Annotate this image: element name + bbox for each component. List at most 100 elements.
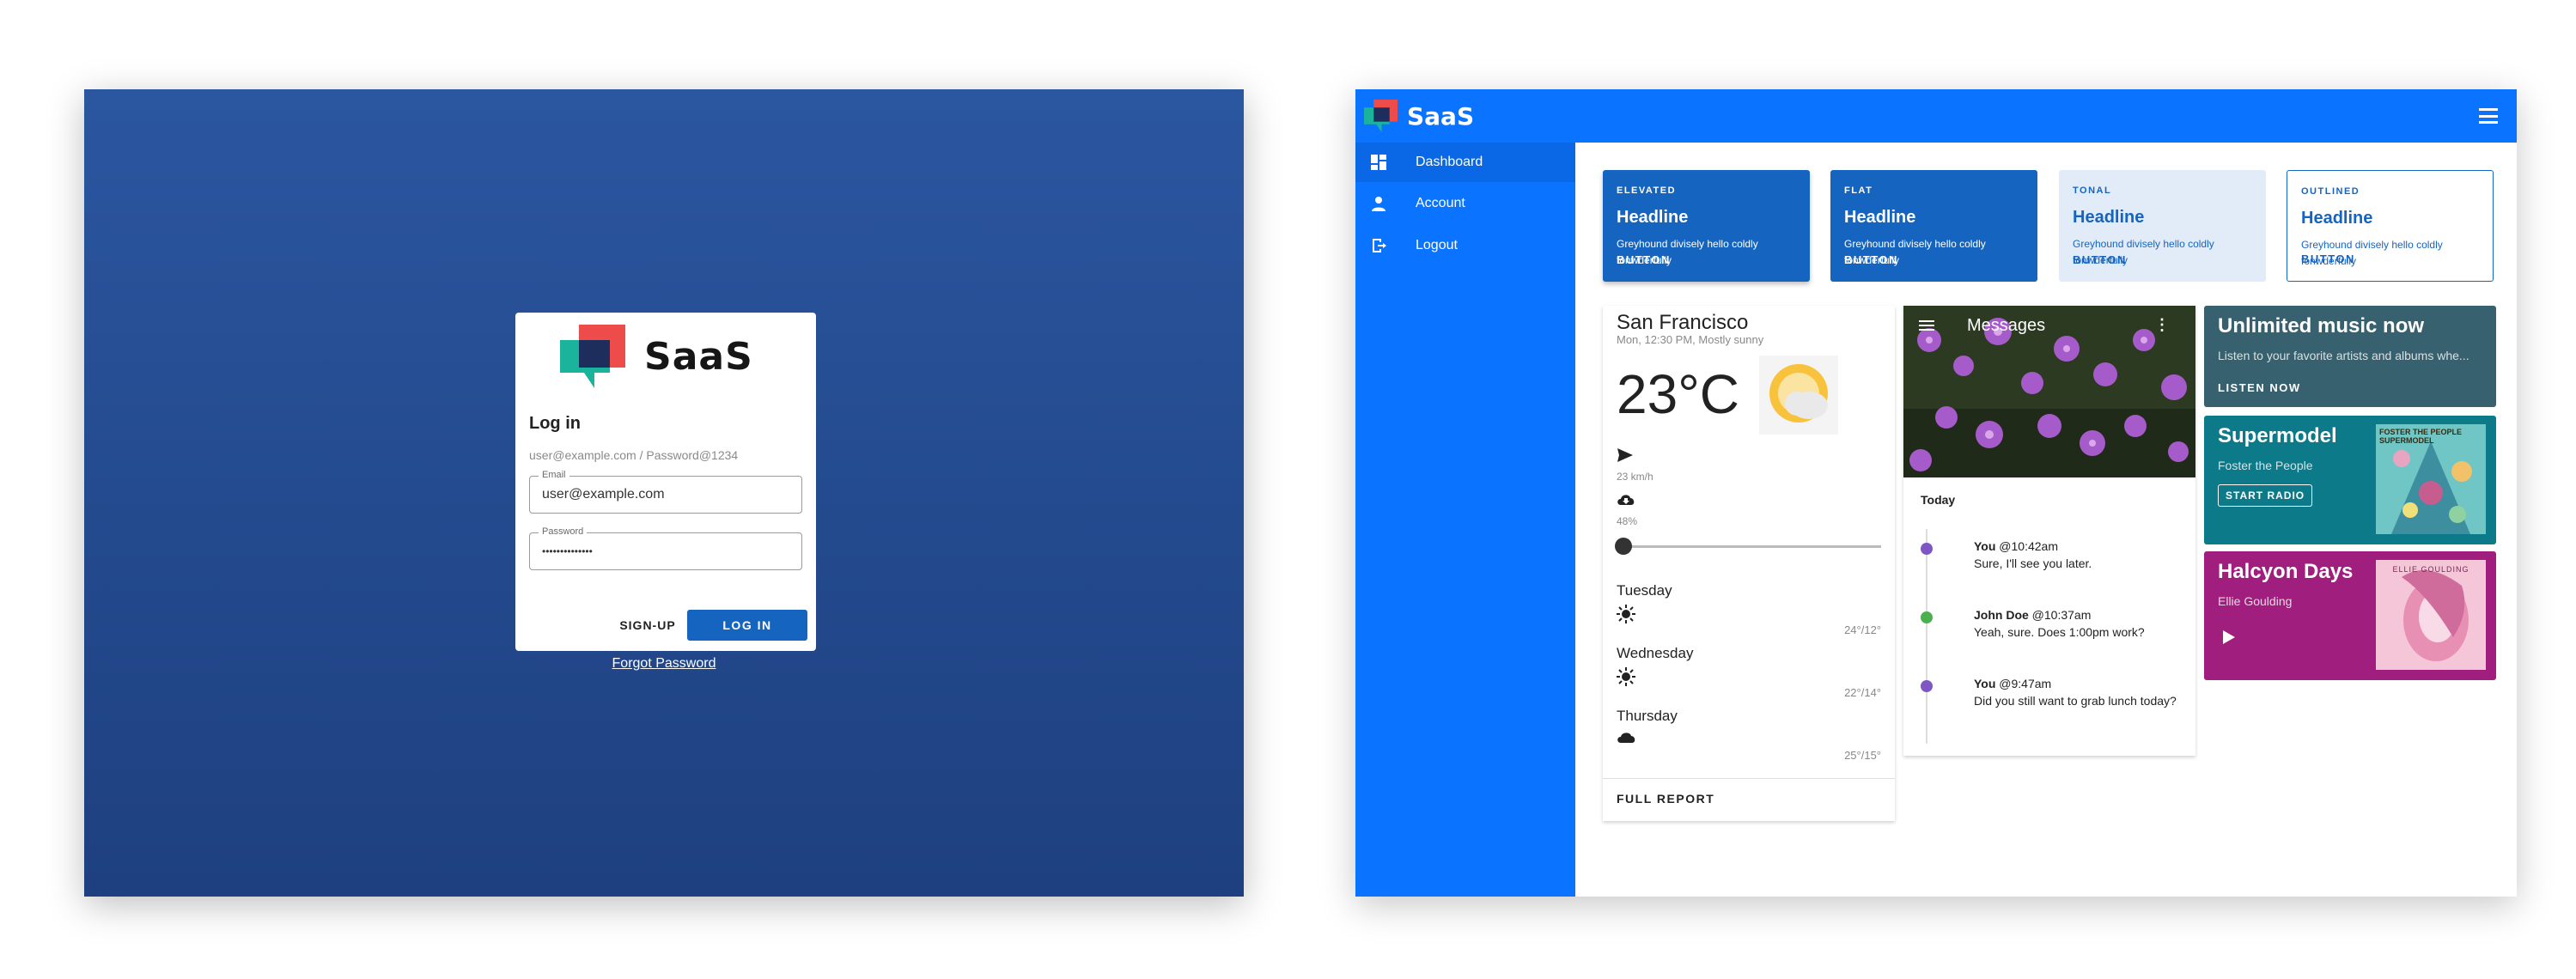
login-logo: SaaS (560, 325, 753, 388)
app-brand-name: SaaS (1407, 101, 1475, 131)
card-headline: Headline (2073, 208, 2145, 227)
sidebar-item-account[interactable]: Account (1355, 184, 1575, 223)
saas-logo-icon (1364, 100, 1398, 132)
login-card: SaaS Log in user@example.com / Password@… (515, 313, 816, 651)
logout-icon (1373, 239, 1386, 252)
email-field[interactable]: Email user@example.com (529, 470, 802, 514)
weather-subtitle: Mon, 12:30 PM, Mostly sunny (1617, 333, 1764, 346)
person-icon (1372, 197, 1385, 211)
music-subtitle: Listen to your favorite artists and albu… (2218, 349, 2469, 362)
timeline-dot (1921, 680, 1933, 692)
password-field[interactable]: Password •••••••••••••• (529, 526, 802, 570)
message-text: You @9:47am Did you still want to grab l… (1974, 677, 2177, 708)
sidebar-item-label: Dashboard (1416, 155, 1483, 169)
play-icon[interactable] (2223, 630, 2235, 644)
music-card-supermodel: Supermodel Foster the People START RADIO… (2204, 416, 2496, 544)
weather-precipitation: 48% (1617, 515, 1638, 527)
email-label: Email (539, 470, 569, 480)
album-art-text: ELLIE GOULDING (2392, 565, 2469, 574)
card-headline: Headline (1844, 208, 1916, 227)
card-headline: Headline (1617, 208, 1689, 227)
timeline-dot (1921, 611, 1933, 623)
dashboard-icon (1371, 155, 1386, 170)
forecast-day-temp: 25°/15° (1844, 749, 1881, 762)
card-button[interactable]: BUTTON (1844, 253, 1898, 266)
album-art-supermodel: FOSTER THE PEOPLE SUPERMODEL (2376, 424, 2486, 534)
weather-city: San Francisco (1617, 311, 1749, 334)
card-headline: Headline (2301, 209, 2373, 228)
saas-logo-icon (560, 325, 625, 388)
message-text: You @10:42am Sure, I'll see you later. (1974, 539, 2092, 570)
card-button[interactable]: BUTTON (2301, 252, 2355, 265)
forecast-day-temp: 24°/12° (1844, 623, 1881, 636)
password-value: •••••••••••••• (542, 545, 593, 557)
weather-card: San Francisco Mon, 12:30 PM, Mostly sunn… (1603, 306, 1895, 821)
message-text: John Doe @10:37am Yeah, sure. Does 1:00p… (1974, 608, 2145, 639)
card-overline: ELEVATED (1617, 185, 1677, 196)
card-button[interactable]: BUTTON (2073, 253, 2127, 266)
card-flat: FLAT Headline Greyhound divisely hello c… (1830, 170, 2037, 282)
sidebar: Dashboard Account Logout (1355, 143, 1575, 897)
slider-track (1617, 545, 1881, 548)
card-tonal: TONAL Headline Greyhound divisely hello … (2059, 170, 2266, 282)
card-outlined: OUTLINED Headline Greyhound divisely hel… (2287, 170, 2494, 282)
start-radio-button[interactable]: START RADIO (2218, 484, 2313, 507)
card-overline: FLAT (1844, 185, 1873, 196)
messages-card: Messages ⋮ Today You @10:42am Sure, I'll… (1903, 306, 2195, 756)
card-elevated: ELEVATED Headline Greyhound divisely hel… (1603, 170, 1810, 282)
messages-header: Messages ⋮ (1903, 306, 2195, 345)
timeline-dot (1921, 543, 1933, 555)
card-button[interactable]: BUTTON (1617, 253, 1671, 266)
forecast-day: Thursday 25°/15° (1617, 708, 1881, 768)
sidebar-item-logout[interactable]: Logout (1355, 226, 1575, 265)
hamburger-menu-icon[interactable] (2479, 108, 2498, 124)
cloud-download-icon (1617, 495, 1635, 505)
forecast-day-temp: 22°/14° (1844, 686, 1881, 699)
sidebar-item-label: Logout (1416, 238, 1458, 252)
app-brand: SaaS (1364, 100, 1474, 132)
hamburger-menu-icon[interactable] (1919, 320, 1934, 331)
album-art-image (2376, 560, 2486, 670)
forecast-day: Wednesday 22°/14° (1617, 645, 1881, 705)
login-title: Log in (529, 414, 581, 433)
cloud-icon (1617, 733, 1635, 743)
main-content: ELEVATED Headline Greyhound divisely hel… (1575, 143, 2517, 897)
more-vert-icon[interactable]: ⋮ (2154, 316, 2170, 334)
login-credentials-hint: user@example.com / Password@1234 (529, 448, 739, 462)
login-brand-name: SaaS (644, 334, 753, 379)
music-card-halcyon: Halcyon Days Ellie Goulding ELLIE GOULDI… (2204, 551, 2496, 680)
timeline-line (1926, 529, 1927, 744)
slider-thumb[interactable] (1615, 538, 1632, 555)
send-icon (1617, 448, 1633, 462)
time-slider[interactable] (1615, 538, 1881, 555)
sidebar-item-label: Account (1416, 196, 1465, 210)
music-subtitle: Foster the People (2218, 459, 2313, 472)
card-overline: OUTLINED (2301, 186, 2360, 197)
forecast-day: Tuesday 24°/12° (1617, 582, 1881, 642)
forgot-password-link[interactable]: Forgot Password (84, 656, 1244, 672)
partly-sunny-icon (1759, 356, 1838, 435)
listen-now-button[interactable]: LISTEN NOW (2218, 381, 2301, 394)
dashboard-window: SaaS Dashboard Account Logout ELEVATED H… (1355, 89, 2517, 897)
card-overline: TONAL (2073, 185, 2112, 196)
signup-button[interactable]: SIGN-UP (615, 610, 680, 641)
weather-wind: 23 km/h (1617, 471, 1653, 483)
messages-today-label: Today (1921, 493, 1956, 507)
stage: SaaS Log in user@example.com / Password@… (0, 0, 2576, 979)
music-title: Supermodel (2218, 424, 2337, 447)
music-subtitle: Ellie Goulding (2218, 594, 2293, 608)
forecast-day-name: Thursday (1617, 708, 1678, 724)
password-label: Password (539, 526, 588, 537)
sun-icon (1617, 667, 1635, 686)
sidebar-item-dashboard[interactable]: Dashboard (1355, 143, 1575, 182)
messages-title: Messages (1967, 316, 2046, 335)
music-card-unlimited: Unlimited music now Listen to your favor… (2204, 306, 2496, 407)
full-report-button[interactable]: FULL REPORT (1617, 792, 1714, 806)
email-value: user@example.com (542, 487, 665, 502)
divider (1603, 778, 1895, 779)
music-title: Unlimited music now (2218, 314, 2425, 337)
login-button[interactable]: LOG IN (687, 610, 807, 641)
album-art-text: FOSTER THE PEOPLE SUPERMODEL (2379, 428, 2463, 445)
weather-temperature: 23°C (1617, 363, 1739, 425)
forecast-day-name: Tuesday (1617, 582, 1672, 599)
